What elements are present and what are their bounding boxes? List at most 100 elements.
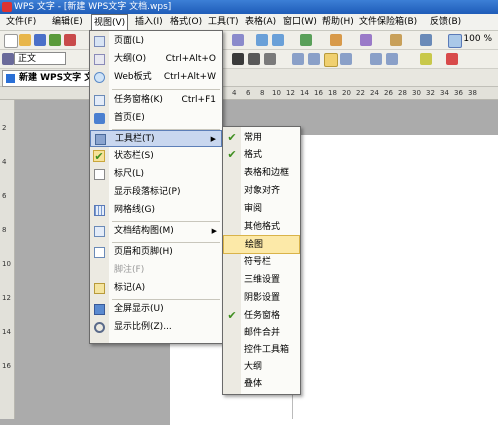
menu-item-home[interactable]: 首页(E) xyxy=(90,110,222,127)
align-right-icon[interactable] xyxy=(340,53,352,65)
save-icon[interactable] xyxy=(34,34,46,46)
submenu-item-object-align[interactable]: 对象对齐 xyxy=(223,182,300,201)
open-folder-icon[interactable] xyxy=(19,34,31,46)
align-left-icon[interactable] xyxy=(292,53,304,65)
style-select[interactable]: 正文 xyxy=(14,52,66,65)
submenu-item-drawing[interactable]: 绘图 xyxy=(223,235,300,254)
submenu-item-tables-borders[interactable]: 表格和边框 xyxy=(223,164,300,183)
menu-item-label: Web板式 xyxy=(114,72,152,82)
ruler-tick: 10 xyxy=(2,260,11,268)
chart-icon[interactable] xyxy=(330,34,342,46)
align-center-icon[interactable] xyxy=(308,53,320,65)
outline-view-icon xyxy=(94,54,105,65)
submenu-item-review[interactable]: 审阅 xyxy=(223,200,300,219)
columns-icon[interactable] xyxy=(420,34,432,46)
ruler-tick: 38 xyxy=(468,89,477,97)
justify-icon[interactable] xyxy=(324,53,338,67)
ruler-tick: 6 xyxy=(2,192,7,200)
task-pane-icon xyxy=(94,95,105,106)
menu-tools[interactable]: 工具(T) xyxy=(206,15,241,29)
format-toolbar: 正文 xyxy=(0,50,498,69)
submenu-item-stack[interactable]: 叠体 xyxy=(223,375,300,394)
submenu-item-format[interactable]: ✔ 格式 xyxy=(223,146,300,165)
submenu-item-label: 审阅 xyxy=(244,204,263,214)
menu-item-status-bar[interactable]: ✔ 状态栏(S) xyxy=(90,148,222,165)
highlight-icon[interactable] xyxy=(420,53,432,65)
menu-insert[interactable]: 插入(I) xyxy=(133,15,165,29)
menu-item-zoom[interactable]: 显示比例(Z)... xyxy=(90,319,222,336)
magnifier-icon xyxy=(94,322,105,333)
ruler-tick: 36 xyxy=(454,89,463,97)
menu-file[interactable]: 文件(F) xyxy=(4,15,38,29)
menu-item-full-screen[interactable]: 全屏显示(U) xyxy=(90,301,222,318)
menu-edit[interactable]: 编辑(E) xyxy=(50,15,85,29)
menu-item-document-map[interactable]: 文档结构图(M) ▶ xyxy=(90,223,222,240)
submenu-item-symbols[interactable]: 符号栏 xyxy=(223,253,300,272)
underline-icon[interactable] xyxy=(264,53,276,65)
menu-item-toolbars[interactable]: 工具栏(T) ▶ xyxy=(90,130,222,147)
style-pane-icon[interactable] xyxy=(2,53,14,65)
ruler-icon xyxy=(94,169,105,180)
menu-item-paragraph-marks[interactable]: 显示段落标记(P) xyxy=(90,184,222,201)
menu-item-web-layout[interactable]: Web板式 Ctrl+Alt+W xyxy=(90,69,222,86)
preview-icon[interactable] xyxy=(64,34,76,46)
undo-icon[interactable] xyxy=(256,34,268,46)
submenu-item-3d-settings[interactable]: 三维设置 xyxy=(223,271,300,290)
menu-item-page[interactable]: 页面(L) xyxy=(90,33,222,50)
ruler-tick: 8 xyxy=(260,89,265,97)
page-view-icon xyxy=(94,36,105,47)
picture-icon[interactable] xyxy=(390,34,402,46)
ruler-tick: 16 xyxy=(314,89,323,97)
ruler-tick: 32 xyxy=(426,89,435,97)
menu-item-footnote[interactable]: 脚注(F) xyxy=(90,262,222,279)
menu-help[interactable]: 帮助(H) xyxy=(320,15,356,29)
menu-window[interactable]: 窗口(W) xyxy=(281,15,319,29)
ruler-tick: 2 xyxy=(2,124,7,132)
menu-file-vault[interactable]: 文件保险箱(B) xyxy=(357,15,419,29)
bullets-icon[interactable] xyxy=(386,53,398,65)
menu-feedback[interactable]: 反馈(B) xyxy=(428,15,463,29)
watermark-title: 懂视生活 xyxy=(422,389,471,403)
numbering-icon[interactable] xyxy=(370,53,382,65)
submenu-item-shadow-settings[interactable]: 阴影设置 xyxy=(223,289,300,308)
submenu-arrow-icon: ▶ xyxy=(211,227,217,235)
table-icon[interactable] xyxy=(300,34,312,46)
print-icon[interactable] xyxy=(49,34,61,46)
ruler-tick: 14 xyxy=(300,89,309,97)
menu-table[interactable]: 表格(A) xyxy=(243,15,278,29)
menu-item-label: 页眉和页脚(H) xyxy=(114,247,173,257)
vertical-ruler[interactable]: 2 4 6 8 10 12 14 16 xyxy=(0,100,15,419)
menu-item-label: 网格线(G) xyxy=(114,205,155,215)
submenu-item-label: 三维设置 xyxy=(244,275,281,285)
menu-item-outline[interactable]: 大纲(O) Ctrl+Alt+O xyxy=(90,51,222,68)
menu-view[interactable]: 视图(V) xyxy=(91,14,129,31)
italic-icon[interactable] xyxy=(248,53,260,65)
font-color-icon[interactable] xyxy=(446,53,458,65)
menu-item-shortcut: Ctrl+Alt+O xyxy=(165,54,216,64)
bold-icon[interactable] xyxy=(232,53,244,65)
menu-item-label: 标尺(L) xyxy=(114,169,145,179)
home-icon xyxy=(94,113,105,124)
drawing-icon[interactable] xyxy=(360,34,372,46)
menu-item-ruler[interactable]: 标尺(L) xyxy=(90,166,222,183)
menu-item-gridlines[interactable]: 网格线(G) xyxy=(90,202,222,219)
ruler-tick: 8 xyxy=(2,226,7,234)
zoom-level[interactable]: 100 % xyxy=(463,34,492,44)
document-map-icon xyxy=(94,226,105,237)
zoom-icon[interactable] xyxy=(448,34,462,48)
menu-item-markup[interactable]: 标记(A) xyxy=(90,280,222,297)
menu-separator xyxy=(112,89,220,90)
full-screen-icon xyxy=(94,304,105,315)
new-document-icon[interactable] xyxy=(4,34,18,48)
watermark-url: www.51dongshi.com xyxy=(422,403,495,411)
ruler-tick: 12 xyxy=(286,89,295,97)
redo-icon[interactable] xyxy=(272,34,284,46)
menu-item-header-footer[interactable]: 页眉和页脚(H) xyxy=(90,244,222,261)
menu-format[interactable]: 格式(O) xyxy=(168,15,204,29)
submenu-item-label: 表格和边框 xyxy=(244,168,290,178)
paste-icon[interactable] xyxy=(232,34,244,46)
web-layout-icon xyxy=(94,72,105,83)
horizontal-ruler[interactable]: 4 6 8 10 12 14 16 18 20 22 24 26 28 30 3… xyxy=(0,87,498,100)
menu-item-task-pane[interactable]: 任务窗格(K) Ctrl+F1 xyxy=(90,92,222,109)
toolbars-submenu: ✔ 常用 ✔ 格式 表格和边框 对象对齐 审阅 其他格式 绘图 符号栏 三维设置… xyxy=(222,126,301,395)
